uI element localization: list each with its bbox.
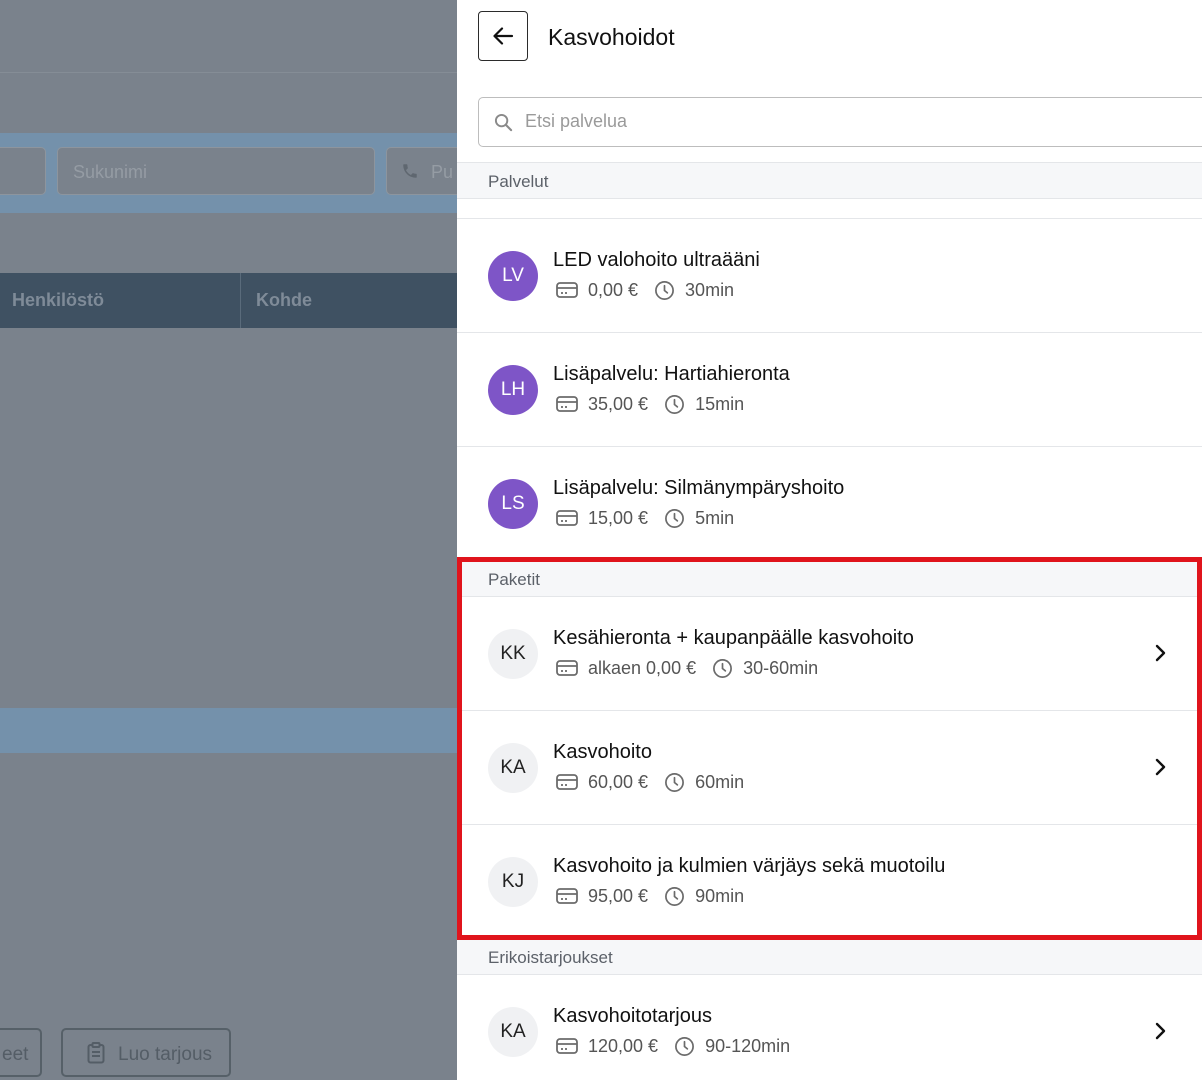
service-meta: 15,00 € 5min (556, 506, 734, 530)
clock-icon (675, 1036, 695, 1056)
package-price: 95,00 € (588, 885, 649, 906)
service-meta: 35,00 € 15min (556, 392, 744, 416)
package-meta: 95,00 € 90min (556, 884, 744, 908)
offer-name: Kasvohoitotarjous (553, 1005, 712, 1027)
price-card-icon (556, 774, 578, 790)
service-item[interactable]: LV LED valohoito ultraääni 0,00 € 30min (457, 219, 1202, 333)
lastname-placeholder: Sukunimi (73, 162, 148, 182)
section-header-offers: Erikoistarjoukset (457, 938, 1202, 975)
clock-icon (655, 280, 674, 300)
price-card-icon (556, 1038, 578, 1054)
price-card-icon (556, 888, 578, 904)
package-name: Kesähieronta + kaupanpäälle kasvohoito (553, 627, 914, 649)
create-offer-label: Luo tarjous (118, 1044, 213, 1065)
clock-icon (665, 394, 685, 414)
create-offer-button[interactable]: Luo tarjous (61, 1028, 231, 1077)
search-box[interactable] (478, 97, 1202, 147)
offer-meta: 120,00 € 90-120min (556, 1034, 790, 1058)
package-name: Kasvohoito (553, 741, 652, 763)
package-meta: 60,00 € 60min (556, 770, 744, 794)
service-item[interactable]: LH Lisäpalvelu: Hartiahieronta 35,00 € 1… (457, 333, 1202, 447)
service-name: LED valohoito ultraääni (553, 249, 760, 271)
clock-icon (665, 886, 685, 906)
price-card-icon (556, 660, 578, 676)
package-name: Kasvohoito ja kulmien värjäys sekä muoto… (553, 855, 946, 877)
back-button[interactable] (478, 11, 528, 61)
search-icon (494, 113, 513, 132)
firstname-field[interactable] (0, 147, 46, 195)
clipboard-icon (87, 1042, 105, 1070)
phone-icon (401, 162, 419, 185)
offer-price: 120,00 € (588, 1035, 659, 1056)
clock-icon (665, 508, 685, 528)
service-price: 0,00 € (588, 279, 639, 300)
avatar: LV (488, 251, 538, 301)
chevron-right-icon (1155, 758, 1166, 776)
chevron-right-icon (1155, 1022, 1166, 1040)
service-name: Lisäpalvelu: Silmänympäryshoito (553, 477, 845, 499)
price-card-icon (556, 396, 578, 412)
lastname-field[interactable]: Sukunimi (57, 147, 375, 195)
service-duration: 30min (685, 279, 735, 300)
package-item[interactable]: KA Kasvohoito 60,00 € 60min (457, 711, 1202, 825)
offer-item[interactable]: KA Kasvohoitotarjous 120,00 € 90-120min (457, 975, 1202, 1080)
avatar: LH (488, 365, 538, 415)
partial-button[interactable]: eet (0, 1028, 42, 1077)
phone-placeholder: Pu (431, 162, 454, 182)
service-price: 35,00 € (588, 393, 649, 414)
panel-title: Kasvohoidot (548, 24, 675, 50)
column-divider (240, 273, 241, 328)
clock-icon (713, 658, 733, 678)
package-duration: 60min (695, 771, 745, 792)
package-price: 60,00 € (588, 771, 649, 792)
service-price: 15,00 € (588, 507, 649, 528)
column-header-target: Kohde (256, 290, 312, 310)
section-label: Palvelut (488, 172, 549, 191)
search-input[interactable] (523, 110, 1127, 133)
background-app: Sukunimi Pu Henkilöstö Kohde eet Luo tar… (0, 0, 457, 1080)
service-item[interactable]: LS Lisäpalvelu: Silmänympäryshoito 15,00… (457, 447, 1202, 558)
offer-duration: 90-120min (705, 1035, 791, 1056)
partial-button-label: eet (2, 1044, 29, 1065)
avatar: KJ (488, 857, 538, 907)
package-price: alkaen 0,00 € (588, 657, 697, 678)
package-item[interactable]: KJ Kasvohoito ja kulmien värjäys sekä mu… (457, 825, 1202, 940)
arrow-left-icon (493, 27, 514, 45)
summary-band (0, 708, 457, 753)
section-header-services: Palvelut (457, 162, 1202, 199)
avatar: KA (488, 743, 538, 793)
service-name: Lisäpalvelu: Hartiahieronta (553, 363, 790, 385)
service-duration: 5min (695, 507, 735, 528)
avatar: LS (488, 479, 538, 529)
phone-field[interactable]: Pu (386, 147, 457, 195)
price-card-icon (556, 510, 578, 526)
section-label: Paketit (488, 570, 540, 589)
divider (0, 72, 457, 73)
price-card-icon (556, 282, 578, 298)
package-item[interactable]: KK Kesähieronta + kaupanpäälle kasvohoit… (457, 597, 1202, 711)
avatar: KK (488, 629, 538, 679)
clock-icon (665, 772, 685, 792)
section-header-packages: Paketit (457, 560, 1202, 597)
avatar: KA (488, 1007, 538, 1057)
service-duration: 15min (695, 393, 745, 414)
table-header: Henkilöstö Kohde (0, 273, 457, 328)
section-label: Erikoistarjoukset (488, 948, 613, 967)
chevron-right-icon (1155, 644, 1166, 662)
package-duration: 90min (695, 885, 745, 906)
service-meta: 0,00 € 30min (556, 278, 734, 302)
package-duration: 30-60min (743, 657, 819, 678)
service-panel: Kasvohoidot Palvelut LV LED valohoito ul… (457, 0, 1202, 1080)
package-meta: alkaen 0,00 € 30-60min (556, 656, 818, 680)
column-header-staff: Henkilöstö (12, 290, 105, 310)
